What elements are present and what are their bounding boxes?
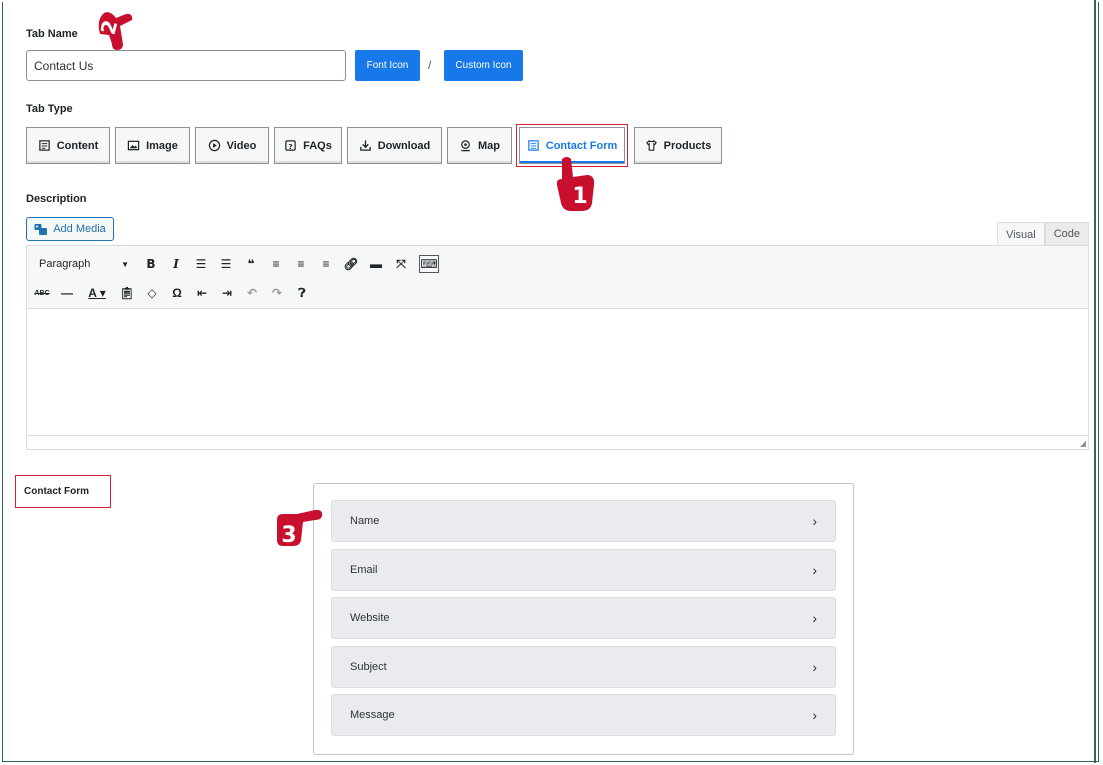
align-left-icon[interactable]: ≡	[269, 256, 283, 272]
tab-code[interactable]: Code	[1044, 222, 1089, 246]
field-row-website[interactable]: Website ›	[331, 597, 836, 639]
shirt-icon	[645, 140, 657, 151]
text-color-icon[interactable]: A ▾	[85, 285, 109, 301]
field-subject-label: Subject	[350, 660, 387, 673]
align-right-icon[interactable]: ≡	[319, 256, 333, 272]
clear-formatting-icon[interactable]: ◇	[145, 285, 159, 301]
field-row-name[interactable]: Name ›	[331, 500, 836, 542]
format-select-value: Paragraph	[39, 258, 91, 270]
align-center-icon[interactable]: ≡	[294, 256, 308, 272]
bullet-list-icon[interactable]: ☰	[194, 256, 208, 272]
tab-type-content-label: Content	[56, 139, 99, 152]
image-icon	[127, 140, 140, 151]
tab-type-options: Content Image Video ? FAQs Download Map …	[26, 124, 727, 167]
tab-type-video-label: Video	[226, 139, 257, 152]
tab-type-download[interactable]: Download	[347, 127, 442, 164]
tab-type-map[interactable]: Map	[447, 127, 512, 164]
annotation-1-number: 1	[572, 184, 587, 209]
indent-icon[interactable]: ⇥	[220, 285, 234, 301]
tab-visual[interactable]: Visual	[996, 222, 1045, 246]
field-row-subject[interactable]: Subject ›	[331, 645, 836, 688]
tab-type-video[interactable]: Video	[195, 127, 269, 164]
contact-form-fields: Name › Email › Website › Subject › Messa…	[313, 483, 854, 755]
tab-type-image-label: Image	[146, 139, 178, 152]
blockquote-icon[interactable]: ❝	[244, 256, 258, 272]
add-media-icon	[34, 223, 48, 235]
link-icon[interactable]: 🔗︎	[343, 256, 358, 272]
custom-icon-button[interactable]: Custom Icon	[444, 50, 523, 81]
frame-right-edge	[1094, 0, 1096, 763]
annotation-pointer-3: 3	[277, 509, 323, 548]
description-editor: Paragraph ▼ B I ☰ ☰ ❝ ≡ ≡ ≡ 🔗︎ ▬ ⤧ ⌨ ABC…	[26, 245, 1089, 450]
map-pin-icon	[461, 140, 470, 152]
content-icon	[38, 140, 50, 151]
editor-toolbar: Paragraph ▼ B I ☰ ☰ ❝ ≡ ≡ ≡ 🔗︎ ▬ ⤧ ⌨ ABC…	[27, 246, 1088, 309]
chevron-right-icon: ›	[812, 561, 817, 578]
special-character-icon[interactable]: Ω	[170, 285, 184, 301]
download-icon	[359, 140, 371, 151]
icon-separator: /	[428, 58, 432, 72]
tab-name-input[interactable]	[26, 50, 346, 81]
toolbar-row-1: Paragraph ▼ B I ☰ ☰ ❝ ≡ ≡ ≡ 🔗︎ ▬ ⤧ ⌨	[35, 252, 1080, 276]
chevron-right-icon: ›	[812, 513, 817, 529]
svg-text:?: ?	[288, 142, 292, 151]
editor-content-area[interactable]	[27, 309, 1088, 435]
tab-type-products-label: Products	[663, 139, 712, 152]
outdent-icon[interactable]: ⇤	[195, 285, 209, 301]
field-message-label: Message	[350, 709, 395, 721]
chevron-right-icon: ›	[812, 610, 817, 626]
field-row-message[interactable]: Message ›	[331, 694, 836, 736]
editor-status-bar: ◢	[27, 435, 1088, 449]
add-media-label: Add Media	[53, 223, 106, 235]
add-media-button[interactable]: Add Media	[26, 217, 114, 241]
redo-icon[interactable]: ↷	[270, 285, 284, 301]
tab-type-contact-form-label: Contact Form	[545, 139, 618, 152]
field-website-label: Website	[350, 612, 390, 624]
contact-form-label: Contact Form	[15, 475, 111, 508]
tab-type-faqs[interactable]: ? FAQs	[274, 127, 342, 164]
paste-text-icon[interactable]: 📋︎	[119, 285, 134, 301]
chevron-down-icon: ▼	[121, 259, 129, 269]
read-more-icon[interactable]: ▬	[369, 256, 383, 272]
form-icon	[528, 140, 539, 151]
annotation-3-number: 3	[281, 523, 296, 548]
chevron-right-icon: ›	[812, 707, 817, 723]
field-email-label: Email	[350, 563, 378, 576]
tab-type-download-label: Download	[377, 139, 431, 152]
chevron-right-icon: ›	[812, 658, 817, 675]
toolbar-row-2: ABC — A ▾ 📋︎ ◇ Ω ⇤ ⇥ ↶ ↷ ❓︎	[34, 281, 1080, 305]
tab-type-faqs-label: FAQs	[303, 139, 332, 152]
faq-icon: ?	[285, 140, 296, 151]
tab-name-label: Tab Name	[26, 28, 78, 40]
tab-type-label: Tab Type	[26, 103, 73, 115]
field-name-label: Name	[350, 515, 380, 527]
font-icon-button[interactable]: Font Icon	[355, 50, 420, 81]
keyboard-icon[interactable]: ⌨	[419, 255, 439, 273]
play-icon	[208, 139, 220, 152]
tab-type-image[interactable]: Image	[115, 127, 190, 164]
annotation-pointer-1: 1	[556, 157, 595, 211]
editor-mode-tabs: Visual Code	[996, 222, 1089, 246]
italic-icon[interactable]: I	[169, 256, 183, 272]
tab-type-content[interactable]: Content	[26, 127, 110, 164]
horizontal-line-icon[interactable]: —	[60, 285, 74, 301]
undo-icon[interactable]: ↶	[245, 285, 259, 301]
resize-handle-icon[interactable]: ◢	[1080, 439, 1086, 448]
description-label: Description	[26, 193, 87, 205]
strikethrough-icon[interactable]: ABC	[34, 285, 49, 301]
format-select[interactable]: Paragraph ▼	[35, 254, 133, 274]
tab-type-map-label: Map	[478, 139, 500, 152]
numbered-list-icon[interactable]: ☰	[219, 256, 233, 272]
field-row-email[interactable]: Email ›	[331, 548, 836, 591]
help-icon[interactable]: ❓︎	[295, 285, 309, 301]
annotation-pointer-2: 2	[96, 12, 133, 51]
fullscreen-icon[interactable]: ⤧	[394, 256, 408, 272]
tab-type-products[interactable]: Products	[634, 127, 722, 164]
bold-icon[interactable]: B	[144, 256, 158, 272]
